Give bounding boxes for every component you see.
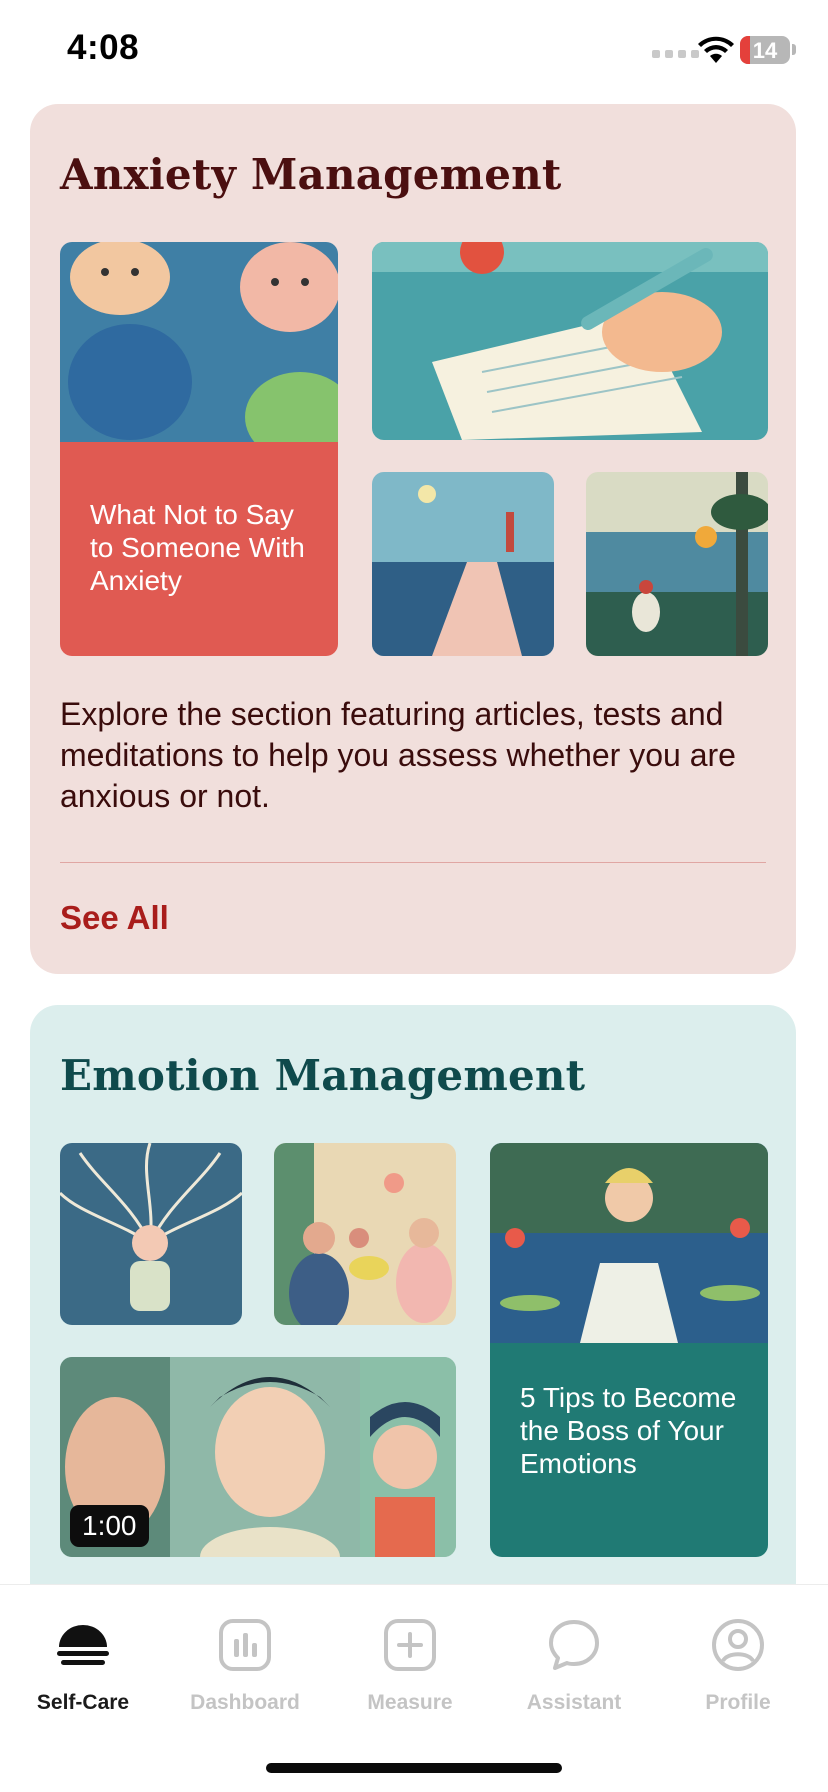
tab-label: Assistant [526, 1691, 622, 1714]
writing-article-tile[interactable] [372, 242, 768, 440]
sea-meditation-illustration [586, 472, 768, 656]
cliff-illustration [372, 472, 554, 656]
anxiety-feature-label: What Not to Say to Someone With Anxiety [90, 499, 305, 596]
tab-profile[interactable]: Profile [655, 1585, 821, 1745]
anxiety-management-card[interactable]: Anxiety Management What Not to Say to So… [30, 104, 796, 974]
plus-icon [384, 1619, 436, 1671]
anxiety-description: Explore the section featuring articles, … [60, 696, 736, 814]
emotion-feature-article[interactable]: 5 Tips to Become the Boss of Your Emotio… [490, 1143, 768, 1557]
sea-meditation-tile[interactable] [586, 472, 768, 656]
wifi-icon [698, 36, 734, 63]
writing-illustration [372, 242, 768, 440]
tab-assistant[interactable]: Assistant [491, 1585, 657, 1745]
tab-label: Measure [367, 1691, 453, 1714]
emotion-feature-label: 5 Tips to Become the Boss of Your Emotio… [520, 1382, 737, 1479]
video-duration-badge: 1:00 [70, 1505, 149, 1547]
group-therapy-tile[interactable] [274, 1143, 456, 1325]
overwhelmed-article-tile[interactable] [60, 1143, 242, 1325]
tab-label: Profile [705, 1691, 771, 1714]
see-all-button[interactable]: See All [60, 899, 169, 937]
battery-level: 14 [752, 38, 778, 63]
status-time: 4:08 [67, 28, 140, 67]
tab-label: Self-Care [36, 1691, 130, 1714]
status-bar: 4:08 14 [0, 0, 828, 100]
calm-pond-illustration [490, 1143, 768, 1557]
tab-bar: Self-Care Dashboard Measure Assistant Pr… [0, 1584, 828, 1792]
anxiety-feature-article[interactable]: What Not to Say to Someone With Anxiety [60, 242, 338, 656]
tab-measure[interactable]: Measure [327, 1585, 493, 1745]
emotion-card-title: Emotion Management [60, 1051, 586, 1100]
chat-bubble-icon [549, 1620, 599, 1670]
home-indicator[interactable] [266, 1763, 562, 1773]
cellular-signal-icon [652, 50, 699, 58]
dashboard-icon [219, 1619, 271, 1671]
cliff-meditation-tile[interactable] [372, 472, 554, 656]
profile-icon [712, 1619, 764, 1671]
tab-label: Dashboard [190, 1691, 300, 1714]
overwhelmed-illustration [60, 1143, 242, 1325]
anxiety-divider [60, 862, 766, 863]
anxiety-card-title: Anxiety Management [60, 150, 562, 199]
tab-dashboard[interactable]: Dashboard [162, 1585, 328, 1745]
battery-icon: 14 [740, 36, 790, 64]
self-care-icon [57, 1625, 109, 1665]
tab-self-care[interactable]: Self-Care [0, 1585, 166, 1745]
video-tile[interactable]: 1:00 [60, 1357, 456, 1557]
group-illustration [274, 1143, 456, 1325]
